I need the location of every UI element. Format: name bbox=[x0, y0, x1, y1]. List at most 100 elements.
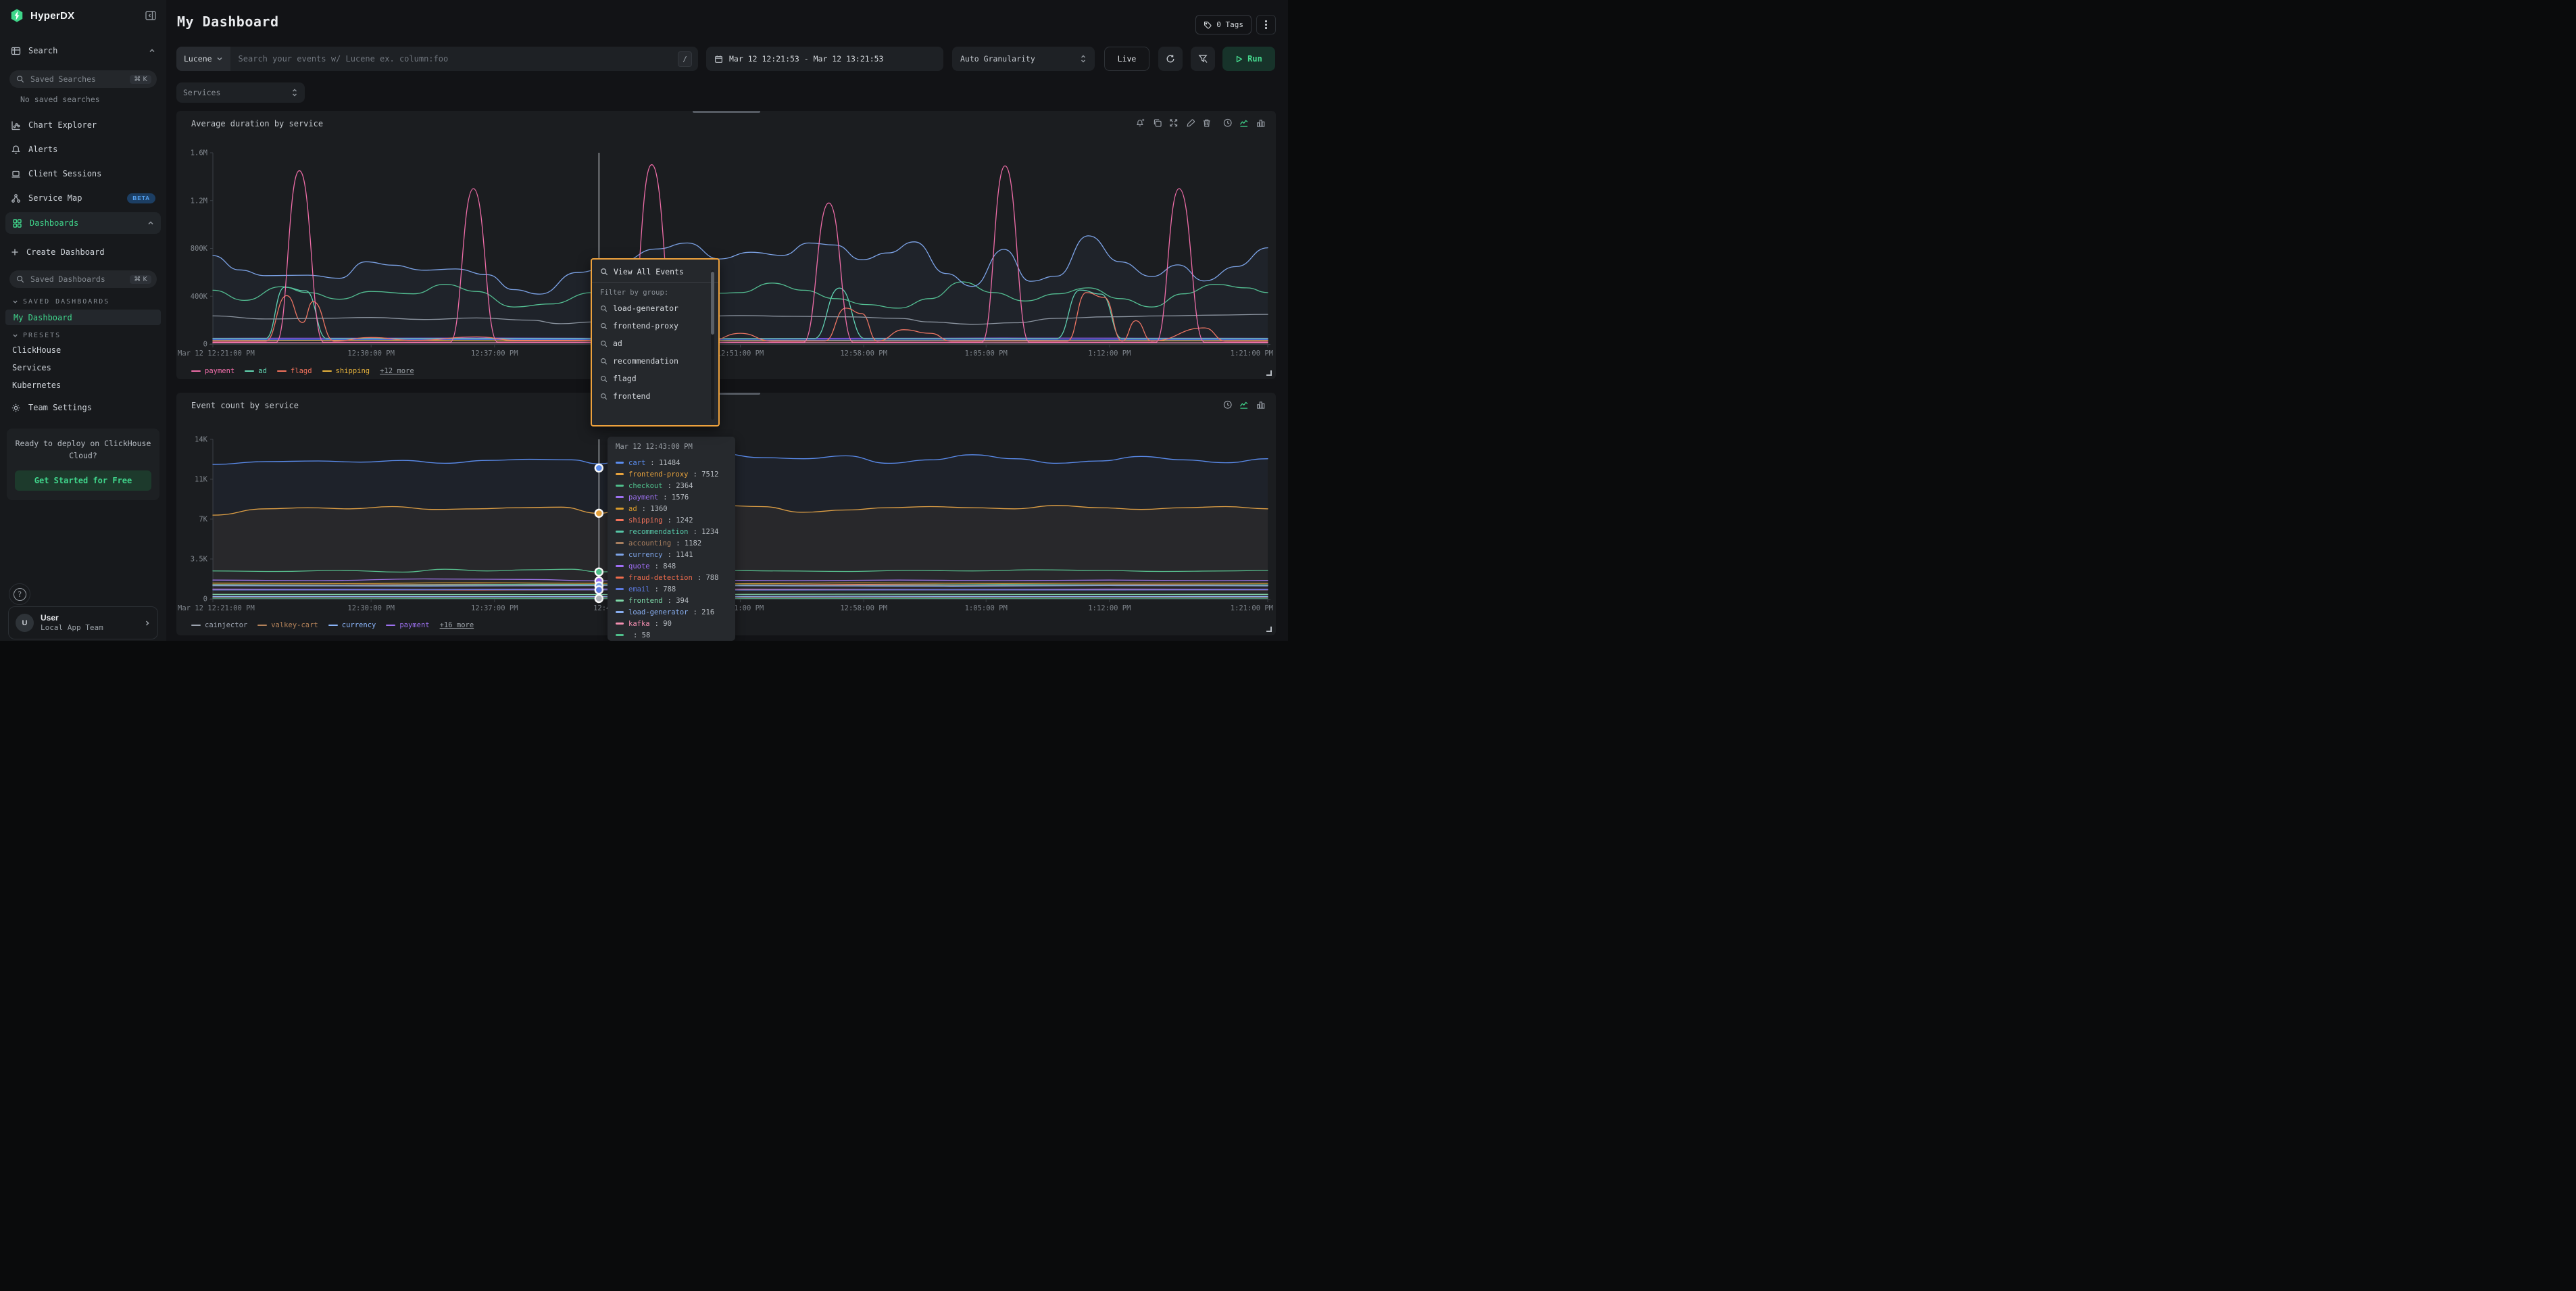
series-name: shipping bbox=[628, 516, 663, 525]
series-value: 1234 bbox=[693, 528, 719, 536]
legend-more-link[interactable]: +16 more bbox=[440, 621, 474, 629]
my-dashboard-label: My Dashboard bbox=[14, 313, 72, 322]
help-button[interactable]: ? bbox=[9, 583, 30, 605]
duration-chart-canvas[interactable]: 1.6M1.2M800K400K0Mar 12 12:21:00 PM12:30… bbox=[176, 111, 1276, 379]
svg-text:12:58:00 PM: 12:58:00 PM bbox=[840, 349, 887, 358]
tags-button[interactable]: 0 Tags bbox=[1195, 15, 1252, 34]
presets-section-header[interactable]: PRESETS bbox=[0, 330, 166, 341]
tooltip-row: payment 1576 bbox=[616, 491, 727, 503]
legend-item[interactable]: payment bbox=[191, 367, 234, 375]
legend-swatch bbox=[191, 370, 201, 372]
sidebar-item-label: Service Map bbox=[28, 193, 82, 203]
view-all-events-item[interactable]: View All Events bbox=[592, 260, 718, 282]
legend-swatch bbox=[277, 370, 287, 372]
page-bottom-strip bbox=[0, 641, 1288, 646]
date-range-button[interactable]: Mar 12 12:21:53 - Mar 12 13:21:53 bbox=[706, 47, 943, 71]
legend-item[interactable]: flagd bbox=[277, 367, 312, 375]
services-select[interactable]: Services bbox=[176, 82, 305, 103]
sidebar-item-alerts[interactable]: Alerts bbox=[0, 139, 166, 160]
search-nav-icon bbox=[11, 46, 21, 56]
sidebar-item-label: Search bbox=[28, 46, 57, 55]
chevron-right-icon bbox=[144, 620, 151, 627]
chevron-down-icon bbox=[12, 299, 18, 305]
tooltip-row: load-generator 216 bbox=[616, 606, 727, 618]
sidebar-item-label: Client Sessions bbox=[28, 169, 101, 178]
get-started-button[interactable]: Get Started for Free bbox=[15, 470, 151, 491]
series-name: accounting bbox=[628, 539, 671, 547]
preset-item[interactable]: Services bbox=[0, 360, 166, 376]
saved-dashboards-search[interactable]: ⌘ K bbox=[9, 270, 157, 288]
create-dashboard-button[interactable]: Create Dashboard bbox=[0, 242, 166, 262]
legend-item[interactable]: shipping bbox=[322, 367, 370, 375]
language-select[interactable]: Lucene bbox=[176, 47, 230, 71]
sidebar-item-search[interactable]: Search bbox=[0, 41, 166, 61]
series-swatch bbox=[616, 577, 624, 579]
sidebar-item-client-sessions[interactable]: Client Sessions bbox=[0, 164, 166, 184]
group-filter-item[interactable]: ad bbox=[592, 335, 718, 352]
kebab-menu-button[interactable] bbox=[1256, 15, 1276, 34]
group-filter-item[interactable]: flagd bbox=[592, 370, 718, 387]
sidebar-item-dashboards[interactable]: Dashboards bbox=[5, 212, 161, 234]
filter-funnel-icon bbox=[1198, 54, 1208, 64]
granularity-select[interactable]: Auto Granularity bbox=[952, 47, 1095, 71]
legend-item[interactable]: currency bbox=[328, 621, 376, 629]
filter-button[interactable] bbox=[1191, 47, 1215, 71]
legend-item[interactable]: cainjector bbox=[191, 621, 247, 629]
preset-item[interactable]: Kubernetes bbox=[0, 377, 166, 393]
saved-searches-input[interactable] bbox=[29, 74, 125, 84]
legend-item[interactable]: valkey-cart bbox=[257, 621, 318, 629]
search-icon bbox=[16, 75, 24, 83]
series-value: 1141 bbox=[668, 551, 693, 559]
sidebar-item-service-map[interactable]: Service Map BETA bbox=[0, 188, 166, 208]
group-filter-item[interactable]: load-generator bbox=[592, 299, 718, 317]
series-value: 1182 bbox=[676, 539, 701, 547]
clickhouse-promo-card: Ready to deploy on ClickHouse Cloud? Get… bbox=[7, 429, 159, 500]
series-name: ad bbox=[628, 505, 637, 513]
saved-dashboards-section-header[interactable]: SAVED DASHBOARDS bbox=[0, 296, 166, 307]
series-swatch bbox=[616, 473, 624, 475]
series-value: 1242 bbox=[668, 516, 693, 525]
preset-item[interactable]: ClickHouse bbox=[0, 342, 166, 358]
saved-dashboards-input[interactable] bbox=[29, 274, 125, 285]
plus-icon bbox=[11, 248, 19, 256]
series-value: 1360 bbox=[642, 505, 668, 513]
svg-text:Mar 12 12:21:00 PM: Mar 12 12:21:00 PM bbox=[178, 604, 255, 612]
saved-searches-search[interactable]: ⌘ K bbox=[9, 70, 157, 88]
run-button[interactable]: Run bbox=[1222, 47, 1275, 71]
event-search-input[interactable] bbox=[230, 54, 678, 64]
refresh-button[interactable] bbox=[1158, 47, 1183, 71]
section-header-label: SAVED DASHBOARDS bbox=[23, 298, 109, 306]
legend-item[interactable]: payment bbox=[386, 621, 429, 629]
series-value: 2364 bbox=[668, 482, 693, 490]
legend-swatch bbox=[245, 370, 254, 372]
sidebar-item-my-dashboard[interactable]: My Dashboard bbox=[5, 310, 161, 325]
panel-resize-handle[interactable] bbox=[1266, 370, 1272, 376]
series-value: 216 bbox=[693, 608, 715, 616]
slash-kbd: / bbox=[678, 51, 692, 67]
date-range-label: Mar 12 12:21:53 - Mar 12 13:21:53 bbox=[729, 54, 883, 64]
panel-resize-handle[interactable] bbox=[1266, 627, 1272, 632]
tooltip-row: email 788 bbox=[616, 583, 727, 595]
svg-text:3.5K: 3.5K bbox=[191, 556, 208, 564]
gear-icon bbox=[11, 403, 21, 413]
hyperdx-logo-icon bbox=[9, 8, 24, 23]
legend-item[interactable]: ad bbox=[245, 367, 267, 375]
sidebar-item-team-settings[interactable]: Team Settings bbox=[0, 397, 166, 418]
preset-list: ClickHouse ServicesKubernetes bbox=[0, 342, 166, 393]
group-filter-label: flagd bbox=[613, 374, 637, 383]
legend-label: payment bbox=[399, 621, 429, 629]
svg-text:1:12:00 PM: 1:12:00 PM bbox=[1088, 604, 1131, 612]
group-filter-item[interactable]: recommendation bbox=[592, 352, 718, 370]
live-button[interactable]: Live bbox=[1104, 47, 1149, 71]
group-filter-item[interactable]: frontend-proxy bbox=[592, 317, 718, 335]
filter-by-group-label: Filter by group: bbox=[592, 283, 718, 299]
chart-context-popup: View All Events Filter by group: load-ge… bbox=[591, 258, 720, 427]
section-header-label: PRESETS bbox=[23, 332, 61, 339]
legend-more-link[interactable]: +12 more bbox=[380, 367, 414, 375]
sidebar-collapse-icon[interactable] bbox=[145, 9, 157, 22]
sidebar-item-chart-explorer[interactable]: Chart Explorer bbox=[0, 115, 166, 135]
popup-scrollbar-thumb[interactable] bbox=[711, 272, 714, 335]
panel-average-duration: Average duration by service 1.6M1.2M800K… bbox=[176, 111, 1276, 379]
user-menu[interactable]: U User Local App Team bbox=[8, 606, 158, 639]
group-filter-item[interactable]: frontend bbox=[592, 387, 718, 405]
